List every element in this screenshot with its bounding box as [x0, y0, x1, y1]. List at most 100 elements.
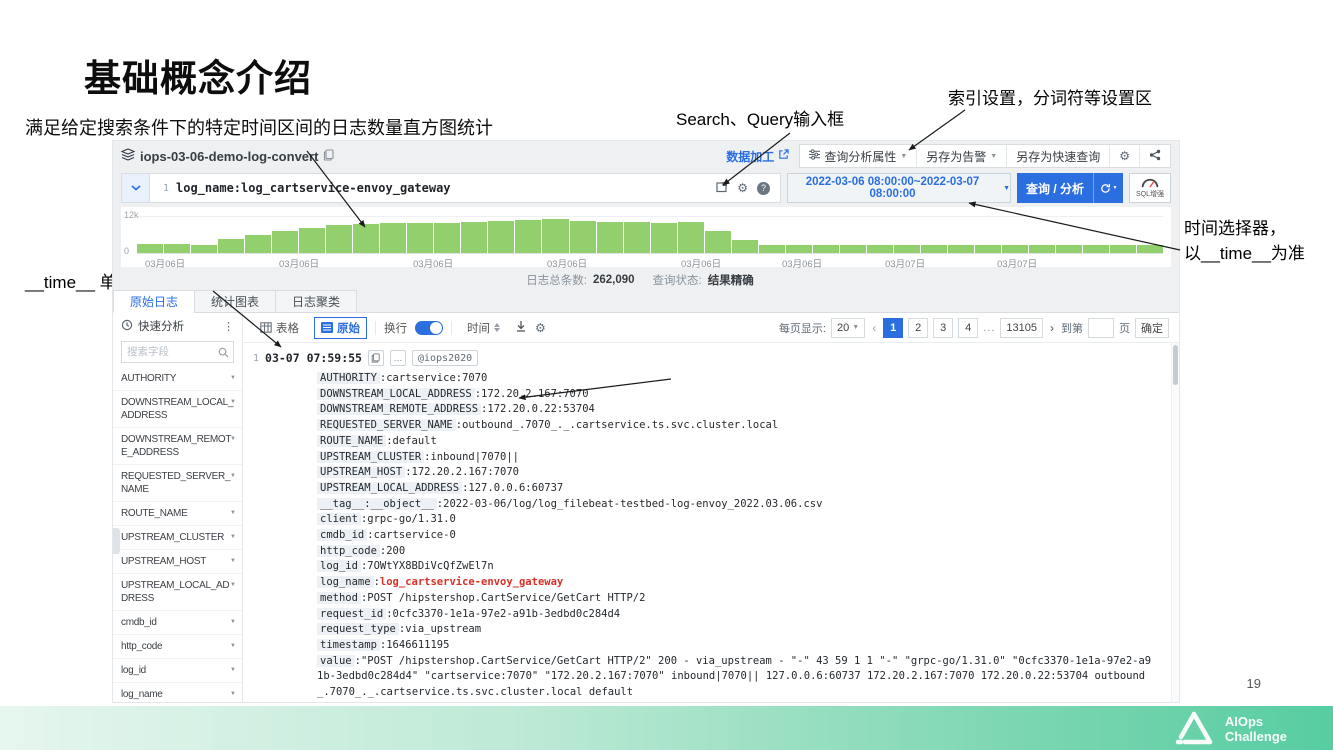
query-analysis-props-button[interactable]: 查询分析属性 ▼ [800, 145, 917, 167]
histogram-bar [1056, 245, 1082, 253]
log-key[interactable]: request_id [317, 608, 386, 620]
chevron-down-icon: ▼ [230, 558, 236, 564]
x-axis-label: 03月06日 [782, 256, 822, 270]
log-key[interactable]: timestamp [317, 639, 380, 651]
page-button-1[interactable]: 1 [883, 318, 903, 338]
download-button[interactable] [515, 320, 527, 335]
log-list: 1 03-07 07:59:55 … @iops2020 AUTHORITY:c… [243, 343, 1179, 702]
log-key[interactable]: http_code [317, 545, 380, 557]
copy-icon[interactable] [323, 149, 334, 164]
histogram-bar [488, 221, 514, 253]
log-scrollbar[interactable] [1171, 343, 1179, 702]
log-entry: UPSTREAM_LOCAL_ADDRESS:127.0.0.6:60737 [317, 481, 1157, 497]
histogram-plot[interactable] [137, 208, 1163, 254]
prev-page-button[interactable]: ‹ [870, 321, 878, 335]
per-page-select[interactable]: 20 ▼ [831, 318, 865, 338]
preview-icon[interactable] [716, 181, 728, 196]
sidebar-collapse-handle[interactable] [113, 528, 120, 554]
tab-raw-logs[interactable]: 原始日志 [113, 290, 195, 313]
log-entry: ROUTE_NAME:default [317, 434, 1157, 450]
log-key[interactable]: UPSTREAM_LOCAL_ADDRESS [317, 482, 462, 494]
more-actions-icon[interactable]: … [390, 350, 406, 366]
log-key[interactable]: cmdb_id [317, 529, 367, 541]
query-input[interactable]: log_name:log_cartservice-envoy_gateway [176, 181, 451, 195]
search-analyze-button[interactable]: 查询 / 分析 ▼ [1017, 173, 1123, 203]
tab-log-clustering[interactable]: 日志聚类 [275, 290, 357, 313]
log-settings-button[interactable]: ⚙ [535, 321, 546, 335]
search-icon[interactable] [213, 347, 233, 358]
field-search-input[interactable] [122, 346, 213, 358]
chevron-down-icon: ▼ [900, 153, 907, 160]
save-as-quick-query-button[interactable]: 另存为快速查询 [1007, 145, 1110, 167]
refresh-icon [1100, 183, 1111, 194]
x-axis-label: 03月06日 [681, 256, 721, 270]
wrap-toggle[interactable] [415, 321, 443, 335]
log-key[interactable]: UPSTREAM_CLUSTER [317, 451, 424, 463]
log-key[interactable]: method [317, 592, 361, 604]
divider [451, 321, 452, 335]
kebab-menu-icon[interactable]: ⋮ [223, 320, 234, 333]
log-timestamp: 03-07 07:59:55 [265, 351, 362, 365]
goto-page-input[interactable] [1088, 318, 1114, 338]
auto-refresh-button[interactable]: ▼ [1093, 173, 1123, 203]
sidebar-field-upstream_local_address[interactable]: UPSTREAM_LOCAL_ADDRESS▼ [113, 574, 242, 611]
query-expand-button[interactable] [122, 174, 150, 202]
sidebar-field-http_code[interactable]: http_code▼ [113, 635, 242, 659]
log-key[interactable]: DOWNSTREAM_LOCAL_ADDRESS [317, 388, 475, 400]
log-entry: DOWNSTREAM_LOCAL_ADDRESS:172.20.2.167:70… [317, 387, 1157, 403]
sidebar-field-upstream_cluster[interactable]: UPSTREAM_CLUSTER▼ [113, 526, 242, 550]
data-processing-link[interactable]: 数据加工 [726, 148, 789, 165]
page-button-2[interactable]: 2 [908, 318, 928, 338]
log-key[interactable]: DOWNSTREAM_REMOTE_ADDRESS [317, 403, 481, 415]
log-key[interactable]: UPSTREAM_HOST [317, 466, 405, 478]
sidebar-field-downstream_local_address[interactable]: DOWNSTREAM_LOCAL_ADDRESS▼ [113, 391, 242, 428]
log-key[interactable]: client [317, 513, 361, 525]
chevron-down-icon: ▼ [852, 324, 859, 331]
copy-icon[interactable] [368, 350, 384, 366]
confirm-button[interactable]: 确定 [1135, 318, 1169, 338]
sidebar-field-route_name[interactable]: ROUTE_NAME▼ [113, 502, 242, 526]
goto-label: 到第 [1061, 320, 1083, 336]
chevron-down-icon: ▼ [230, 534, 236, 540]
help-icon[interactable]: ? [757, 182, 770, 195]
tab-charts[interactable]: 统计图表 [194, 290, 276, 313]
log-key[interactable]: log_name [317, 576, 374, 588]
histogram-bar [840, 245, 866, 253]
sidebar-field-upstream_host[interactable]: UPSTREAM_HOST▼ [113, 550, 242, 574]
query-settings-icon[interactable]: ⚙ [737, 182, 748, 194]
log-key[interactable]: log_id [317, 560, 361, 572]
sidebar-field-authority[interactable]: AUTHORITY▼ [113, 367, 242, 391]
source-tag-chip[interactable]: @iops2020 [412, 350, 478, 366]
page-button-4[interactable]: 4 [958, 318, 978, 338]
divider [375, 321, 376, 335]
raw-view-button[interactable]: 原始 [314, 317, 367, 339]
sidebar-field-cmdb_id[interactable]: cmdb_id▼ [113, 611, 242, 635]
time-range-picker[interactable]: 2022-03-06 08:00:00~2022-03-07 08:00:00 … [787, 173, 1011, 203]
annotation-search-query: Search、Query输入框 [676, 105, 844, 130]
log-key[interactable]: __tag__:__object__ [317, 498, 437, 510]
log-key[interactable]: ROUTE_NAME [317, 435, 386, 447]
log-histogram: 12k 0 03月06日03月06日03月06日03月06日03月06日03月0… [121, 207, 1171, 267]
log-key[interactable]: request_type [317, 623, 399, 635]
page-button-3[interactable]: 3 [933, 318, 953, 338]
sql-enhance-toggle[interactable]: SQL增强 [1129, 173, 1171, 203]
triangle-logo-icon [1173, 710, 1215, 748]
next-page-button[interactable]: › [1048, 321, 1056, 335]
sidebar-field-log_id[interactable]: log_id▼ [113, 659, 242, 683]
table-view-button[interactable]: 表格 [253, 317, 306, 339]
total-count-label: 日志总条数: [526, 272, 587, 288]
log-key[interactable]: REQUESTED_SERVER_NAME [317, 419, 456, 431]
sidebar-field-downstream_remote_address[interactable]: DOWNSTREAM_REMOTE_ADDRESS▼ [113, 428, 242, 465]
log-value: outbound_.7070_._.cartservice.ts.svc.clu… [462, 419, 778, 431]
time-sort-button[interactable]: 时间 [460, 317, 507, 339]
sidebar-field-log_name[interactable]: log_name▼ [113, 683, 242, 702]
download-icon [515, 320, 527, 332]
share-button[interactable] [1140, 145, 1170, 167]
log-key[interactable]: AUTHORITY [317, 372, 380, 384]
scrollbar-thumb[interactable] [1173, 345, 1178, 385]
sidebar-field-requested_server_name[interactable]: REQUESTED_SERVER_NAME▼ [113, 465, 242, 502]
settings-button[interactable]: ⚙ [1110, 145, 1140, 167]
log-key[interactable]: value [317, 655, 355, 667]
save-as-alert-button[interactable]: 另存为告警 ▼ [917, 145, 1007, 167]
last-page-button[interactable]: 13105 [1000, 318, 1043, 338]
